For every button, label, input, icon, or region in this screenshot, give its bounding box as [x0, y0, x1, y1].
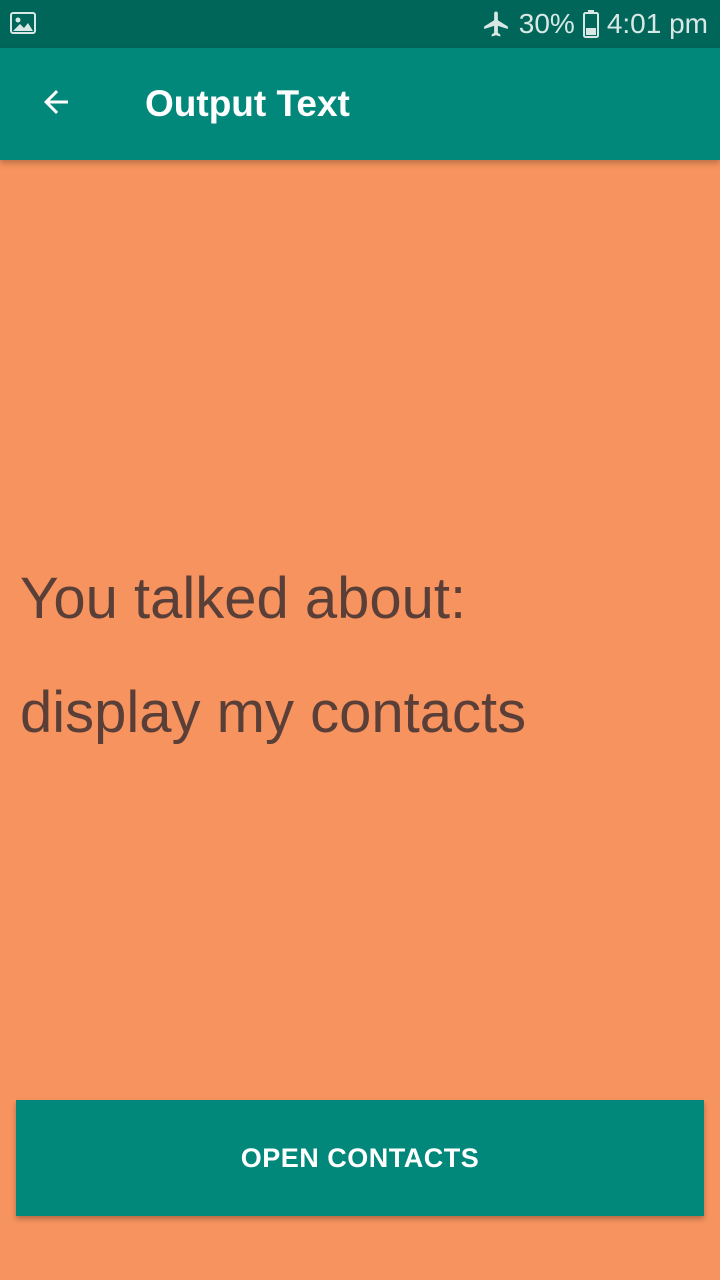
battery-percent: 30%: [518, 8, 575, 39]
output-text-area: You talked about: display my contacts: [20, 570, 700, 742]
status-bar: 30% 4:01 pm: [0, 0, 720, 48]
spoken-text: display my contacts: [20, 680, 527, 745]
battery-icon: [582, 10, 599, 38]
status-indicators: 30% 4:01 pm: [481, 0, 708, 48]
page-title: Output Text: [145, 83, 350, 124]
open-contacts-button[interactable]: OPEN CONTACTS: [16, 1100, 704, 1216]
app-bar: Output Text: [0, 48, 720, 160]
arrow-back-icon: [38, 84, 74, 125]
back-button[interactable]: [24, 72, 88, 136]
clock-time: 4:01 pm: [606, 8, 708, 39]
image-notification-icon: [10, 12, 36, 34]
output-heading: You talked about:: [20, 566, 467, 631]
airplane-mode-icon: [481, 9, 511, 39]
screen: 30% 4:01 pm Output Text You talked about…: [0, 0, 720, 1280]
